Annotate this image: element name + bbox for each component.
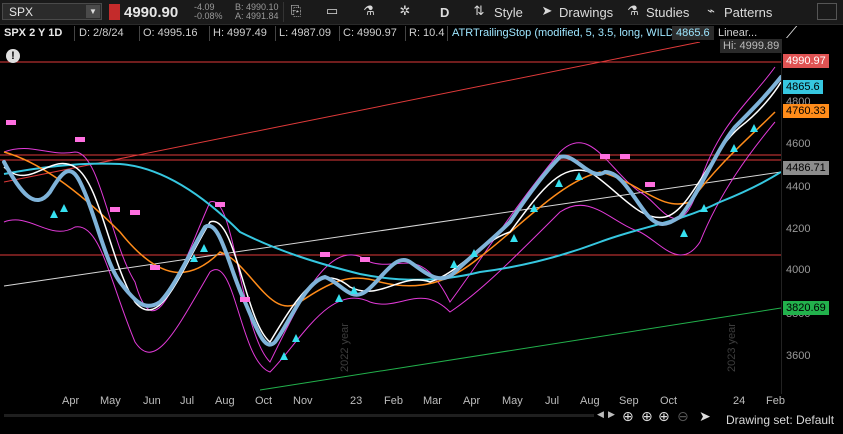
toolbar-divider <box>283 2 284 22</box>
symbol-text: SPX <box>9 5 34 19</box>
chart-period-label: SPX 2 Y 1D <box>4 27 63 39</box>
style-button[interactable]: Style <box>494 5 523 20</box>
patterns-button[interactable]: Patterns <box>724 5 772 20</box>
zoom-out-icon[interactable]: ⊖ <box>677 408 689 425</box>
scroll-right-icon[interactable]: ▶ <box>608 409 615 420</box>
ema-price-tag: 4760.33 <box>783 104 829 118</box>
window-icon[interactable] <box>817 3 837 20</box>
bar-close: C: 4990.97 <box>343 27 397 39</box>
upper-band <box>3 66 776 363</box>
patterns-icon[interactable]: ⌁ <box>700 3 722 19</box>
study-label[interactable]: ATRTrailingStop (modified, 5, 3.5, long,… <box>452 27 700 39</box>
info-divider <box>405 26 406 41</box>
bar-high: H: 4997.49 <box>213 27 267 39</box>
date-tick: Aug <box>580 395 600 407</box>
chevron-down-icon[interactable]: ▼ <box>86 5 100 18</box>
last-price-tag: 4990.97 <box>783 54 829 68</box>
trend-price-tag: 4486.71 <box>783 161 829 175</box>
trailing-stop-up-markers <box>50 124 758 360</box>
bid-ask: B: 4990.10 A: 4991.84 <box>235 3 279 21</box>
flag-icon[interactable] <box>109 4 120 20</box>
price-change: -4.09 -0.08% <box>194 3 223 21</box>
date-tick: Feb <box>384 395 403 407</box>
date-tick: Feb <box>766 395 785 407</box>
fit-icon[interactable]: ⊕ <box>622 408 634 425</box>
date-tick: Jun <box>143 395 161 407</box>
studies-button[interactable]: Studies <box>646 5 689 20</box>
watermark-2023: 2023 year <box>726 323 738 372</box>
drawings-button[interactable]: Drawings <box>559 5 613 20</box>
date-tick: Aug <box>215 395 235 407</box>
info-divider <box>275 26 276 41</box>
support-price-tag: 3820.69 <box>783 301 829 315</box>
cursor-icon[interactable]: ➤ <box>536 3 558 19</box>
bar-low: L: 4987.09 <box>279 27 331 39</box>
flask-icon[interactable]: ⚗ <box>358 3 380 19</box>
date-tick: Jul <box>180 395 195 407</box>
bar-range: R: 10.4 <box>409 27 445 39</box>
last-price: 4990.90 <box>124 4 179 21</box>
date-tick: May <box>502 395 523 407</box>
upper-trendline <box>3 42 701 183</box>
chart-settings-icon[interactable]: ⎘ <box>285 3 307 19</box>
date-tick: Apr <box>463 395 481 407</box>
price-tick: 4600 <box>786 138 811 150</box>
date-tick: Oct <box>255 395 273 407</box>
watermark-2022: 2022 year <box>339 323 351 372</box>
crosshair-icon[interactable]: ⊕ <box>641 408 653 425</box>
info-divider <box>447 26 448 41</box>
price-tick: 4200 <box>786 223 811 235</box>
date-tick: Apr <box>62 395 80 407</box>
ask-value: A: 4991.84 <box>235 11 279 21</box>
drawing-set-label[interactable]: Drawing set: Default <box>726 413 834 427</box>
symbol-selector[interactable]: SPX ▼ <box>2 3 102 20</box>
hi-price-tag: Hi: 4999.89 <box>720 39 783 53</box>
change-pct: -0.08% <box>194 11 223 21</box>
price-chart[interactable]: 2022 year 2023 year <box>0 42 781 394</box>
slow-moving-average <box>3 162 781 281</box>
mid-trendline <box>3 171 781 287</box>
drawing-tool-icon[interactable]: ⟋ <box>786 25 797 43</box>
info-divider <box>74 26 75 41</box>
trailing-stop-down-markers <box>6 120 655 302</box>
cursor-icon[interactable]: ➤ <box>699 408 711 425</box>
study2-label[interactable]: Linear... <box>718 27 757 39</box>
date-tick: 24 <box>733 395 746 407</box>
study-price-tag: 4865.6 <box>783 80 823 94</box>
date-tick: Mar <box>423 395 442 407</box>
date-tick: May <box>100 395 121 407</box>
info-divider <box>139 26 140 41</box>
price-tick: 4400 <box>786 181 811 193</box>
period-button[interactable]: D <box>440 5 449 20</box>
main-toolbar: SPX ▼ 4990.90 -4.09 -0.08% B: 4990.10 A:… <box>0 0 843 25</box>
chart-info-row: SPX 2 Y 1D D: 2/8/24 O: 4995.16 H: 4997.… <box>0 25 720 43</box>
bar-open: O: 4995.16 <box>143 27 198 39</box>
date-tick: Jul <box>545 395 560 407</box>
gear-icon[interactable]: ✲ <box>394 3 416 19</box>
info-divider <box>209 26 210 41</box>
style-icon[interactable]: ⇅ <box>468 3 490 19</box>
share-icon[interactable]: ▭ <box>321 3 343 19</box>
flask-icon[interactable]: ⚗ <box>622 3 644 19</box>
bar-date: D: 2/8/24 <box>79 27 124 39</box>
study-value: 4865.6 <box>672 26 714 40</box>
date-tick: Nov <box>293 395 313 407</box>
time-scrollbar[interactable] <box>4 414 594 417</box>
date-tick: Oct <box>660 395 678 407</box>
date-tick: Sep <box>619 395 639 407</box>
price-tick: 4000 <box>786 264 811 276</box>
bottom-bar: ◀ ▶ ⊕ ⊕ ⊕ ⊖ ➤ <box>0 408 843 434</box>
zoom-in-icon[interactable]: ⊕ <box>658 408 670 425</box>
alert-circle-icon[interactable]: ! <box>6 49 20 63</box>
price-axis-divider <box>781 42 782 394</box>
date-tick: 23 <box>350 395 363 407</box>
scroll-left-icon[interactable]: ◀ <box>597 409 604 420</box>
info-divider <box>339 26 340 41</box>
price-tick: 3600 <box>786 350 811 362</box>
